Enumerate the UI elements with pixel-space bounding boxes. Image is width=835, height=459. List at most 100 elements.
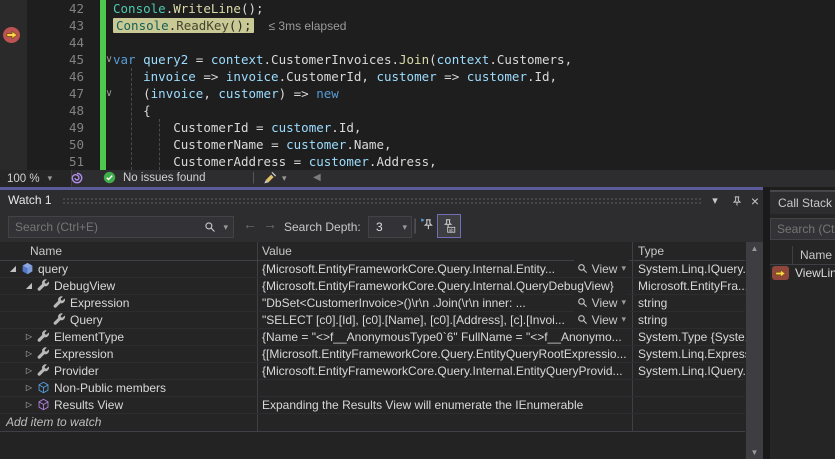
code-line[interactable]: Console.ReadKey();≤ 3ms elapsed [113,17,346,34]
call-stack-title-bar[interactable]: Call Stack [770,192,835,214]
watch-row-expression[interactable]: Expression"DbSet<CustomerInvoice>()\r\n … [0,294,745,312]
line-number: 50 [0,136,84,153]
view-button[interactable]: View▾ [574,311,629,328]
scroll-up-button[interactable]: ▲ [746,244,763,253]
name-cell: Expression [0,294,295,311]
watch-title-bar[interactable]: Watch 1 ▾ × [0,190,763,211]
pin-panel-button[interactable] [728,192,746,209]
code-line[interactable]: Console.WriteLine(); [113,0,264,17]
type-cell [633,379,750,396]
search-input[interactable] [771,222,835,236]
pinnable-properties-button[interactable] [419,216,434,237]
column-header-name[interactable]: Name [800,248,832,262]
vs-debug-window: 42Console.WriteLine();43Console.ReadKey(… [0,0,835,459]
line-number: 47 [0,85,84,102]
panel-title: Call Stack [778,196,832,210]
editor-status-bar: 100 % ▾ No issues found | ▾ ◀ [0,170,835,187]
watch-type: string [638,296,667,310]
watch-search-box[interactable]: ▾ [8,216,234,238]
value-cell: "DbSet<CustomerInvoice>()\r\n .Join(\r\n… [258,294,632,311]
search-icon[interactable] [202,221,218,233]
watch-type: System.Linq.Express... [638,347,750,361]
column-header-type[interactable]: Type [638,244,664,258]
editor-zoom-select[interactable]: 100 % ▾ [0,170,72,187]
search-depth-value: 3 [369,220,402,234]
watch-row-debugview[interactable]: ◢DebugView{Microsoft.EntityFrameworkCore… [0,277,745,295]
line-number: 51 [0,153,84,170]
expander-icon[interactable]: ▷ [22,332,36,341]
watch-type: System.Type {Syste... [638,330,750,344]
expander-icon[interactable]: ▷ [22,400,36,409]
code-line[interactable]: var query2 = context.CustomerInvoices.Jo… [113,51,572,68]
search-depth-select[interactable]: 3 ▾ [368,216,412,238]
code-cleanup-button[interactable]: ▾ [263,171,287,185]
watch-row-query[interactable]: Query"SELECT [c0].[Id], [c0].[Name], [c0… [0,311,745,329]
watch-value: Expanding the Results View will enumerat… [258,398,632,412]
scroll-down-button[interactable]: ▼ [746,448,763,457]
watch-row-non-public-members[interactable]: ▷Non-Public members [0,379,745,397]
column-header-name[interactable]: Name [30,244,62,258]
code-line[interactable]: CustomerAddress = customer.Address, [113,153,437,170]
watch-name: ElementType [54,330,124,344]
column-header-value[interactable]: Value [262,244,292,258]
panel-splitter[interactable] [763,187,770,459]
chevron-down-icon: ▾ [402,222,411,233]
perf-tip[interactable]: ≤ 3ms elapsed [268,19,346,33]
watch-row-query[interactable]: ◢query{Microsoft.EntityFrameworkCore.Que… [0,260,745,278]
spiral-icon[interactable] [70,171,84,188]
watch-name: Expression [54,347,113,361]
value-cell: {[Microsoft.EntityFrameworkCore.Query.En… [258,345,632,362]
watch-row-results-view[interactable]: ▷ Results View Expanding the Results View … [0,396,745,414]
close-panel-button[interactable]: × [746,192,764,209]
pin-values-toggle-button[interactable]: ab [437,214,461,238]
code-line[interactable]: (invoice, customer) => new [113,85,339,102]
chevron-down-icon: ▾ [621,263,626,274]
type-cell: System.Linq.Express... [633,345,750,362]
check-circle-icon [103,171,116,184]
cube-blue-icon [36,381,51,394]
code-line[interactable]: { [113,102,151,119]
document-health-indicator[interactable]: No issues found [103,171,205,184]
expander-icon[interactable]: ▷ [22,366,36,375]
view-button[interactable]: View▾ [574,260,629,277]
window-position-menu-button[interactable]: ▾ [706,192,724,209]
chevron-down-icon[interactable]: ▾ [218,222,233,233]
call-stack-search-box[interactable] [770,218,835,240]
watch-row-elementtype[interactable]: ▷ ElementType {Name = "<>f__AnonymousType0… [0,328,745,346]
code-line[interactable]: CustomerName = customer.Name, [113,136,392,153]
separator: | [413,217,417,235]
search-back-button[interactable]: ← [243,216,257,232]
expander-icon[interactable]: ◢ [22,281,36,290]
code-line[interactable]: CustomerId = customer.Id, [113,119,361,136]
code-line[interactable]: invoice => invoice.CustomerId, customer … [113,68,557,85]
search-forward-button[interactable]: → [263,216,277,232]
view-button[interactable]: View▾ [574,294,629,311]
expander-icon[interactable]: ▷ [22,349,36,358]
add-watch-row[interactable]: Add item to watch [0,413,745,432]
wrench-icon [36,279,51,292]
wrench-icon [36,347,51,360]
search-input[interactable] [9,220,202,234]
watch-name: Results View [54,398,123,412]
line-number: 48 [0,102,84,119]
code-editor[interactable]: 42Console.WriteLine();43Console.ReadKey(… [0,0,835,170]
call-stack-frame-row[interactable]: ViewLinq [770,265,835,282]
watch-value: {Name = "<>f__AnonymousType0`6" FullName… [258,330,632,344]
name-cell: ◢DebugView [0,277,279,294]
expander-icon[interactable]: ▷ [22,383,36,392]
name-cell: ▷ ElementType [0,328,279,345]
watch-type: string [638,313,667,327]
expander-icon[interactable]: ◢ [6,264,20,273]
value-cell: {Name = "<>f__AnonymousType0`6" FullName… [258,328,632,345]
chevron-down-icon: ▾ [621,297,626,308]
chevron-down-icon: ▾ [282,173,287,184]
watch-scrollbar[interactable]: ▲ ▼ [746,242,763,459]
watch-row-expression[interactable]: ▷ Expression {[Microsoft.EntityFrameworkCo… [0,345,745,363]
cube-purple-icon [36,398,51,411]
watch-toolbar: ▾ ← → Search Depth: 3 ▾ | ab [0,211,763,242]
scroll-left-button[interactable]: ◀ [313,172,321,183]
type-cell: string [633,294,750,311]
line-number: 49 [0,119,84,136]
svg-text:ab: ab [449,227,454,232]
watch-row-provider[interactable]: ▷Provider{Microsoft.EntityFrameworkCore.… [0,362,745,380]
